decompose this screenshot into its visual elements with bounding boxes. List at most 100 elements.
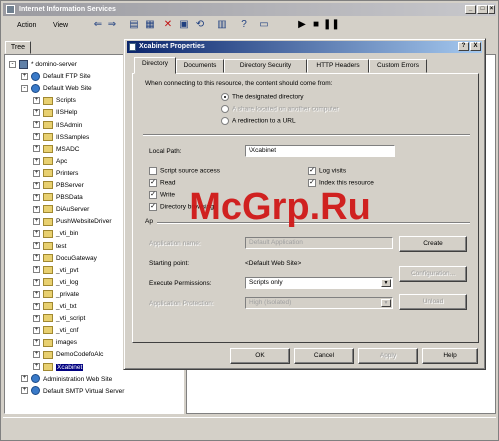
expand-icon[interactable]: + [33, 109, 40, 117]
expand-icon[interactable]: + [33, 242, 40, 250]
expand-icon[interactable]: + [33, 145, 40, 153]
tree-item[interactable]: + PBSData [33, 192, 83, 203]
stop-icon[interactable]: ■ [309, 18, 323, 32]
tree-item[interactable]: + _vti_cnf [33, 325, 78, 336]
expand-icon[interactable]: + [33, 230, 40, 238]
radio-url-redirection[interactable]: A redirection to a URL [221, 117, 296, 125]
tree-item[interactable]: + _vti_log [33, 277, 78, 288]
expand-icon[interactable]: + [21, 72, 28, 80]
expand-icon[interactable]: + [33, 351, 40, 359]
minimize-icon[interactable]: _ [465, 5, 476, 14]
local-path-label: Local Path: [149, 148, 182, 155]
forward-icon[interactable]: ⇒ [105, 18, 119, 32]
create-button[interactable]: Create [399, 236, 467, 252]
expand-icon[interactable]: + [33, 314, 40, 322]
tree-item[interactable]: + MSADC [33, 144, 79, 155]
tab-directory-security[interactable]: Directory Security [224, 59, 307, 73]
back-icon[interactable]: ⇐ [91, 18, 105, 32]
menu-action[interactable]: Action [17, 22, 36, 29]
expand-icon[interactable]: + [21, 387, 28, 395]
play-icon[interactable]: ▶ [295, 18, 309, 32]
refresh-icon[interactable]: ⟲ [193, 18, 207, 32]
tree-item[interactable]: + Scripts [33, 95, 76, 106]
tree-item[interactable]: + _vti_txt [33, 301, 77, 312]
cancel-button[interactable]: Cancel [294, 348, 354, 364]
close-icon[interactable]: X [470, 42, 481, 51]
tree-item[interactable]: + Administration Web Site [21, 374, 112, 385]
local-path-input[interactable]: \Xcabinet [245, 145, 395, 157]
tab-directory[interactable]: Directory [134, 57, 176, 74]
tree-item[interactable]: + _private [33, 289, 79, 300]
up-icon[interactable]: ▤ [127, 18, 141, 32]
expand-icon[interactable]: + [21, 375, 28, 383]
tree-item[interactable]: + test [33, 241, 66, 252]
expand-icon[interactable]: + [33, 266, 40, 274]
expand-icon[interactable]: + [33, 97, 40, 105]
expand-icon[interactable]: + [33, 133, 40, 141]
ok-button[interactable]: OK [230, 348, 290, 364]
tree-item[interactable]: + DocuGateway [33, 253, 97, 264]
expand-icon[interactable]: + [33, 278, 40, 286]
expand-icon[interactable]: + [33, 193, 40, 201]
help-icon[interactable]: ? [237, 18, 251, 32]
tree-item[interactable]: + PBServer [33, 180, 84, 191]
checkmark-icon: ✓ [308, 167, 316, 175]
server-icon [19, 59, 28, 69]
expand-icon[interactable]: + [33, 169, 40, 177]
execute-permissions-select[interactable]: Scripts only ▼ [245, 277, 393, 289]
delete-icon[interactable]: ✕ [161, 18, 175, 32]
expand-icon[interactable]: + [33, 157, 40, 165]
execute-permissions-label: Execute Permissions: [149, 280, 212, 287]
tree-item[interactable]: + Default SMTP Virtual Server [21, 386, 124, 397]
tab-http-headers[interactable]: HTTP Headers [307, 59, 369, 73]
expand-icon[interactable]: + [33, 181, 40, 189]
expand-icon[interactable]: + [33, 363, 40, 371]
help-icon[interactable]: ? [458, 42, 469, 51]
tree-item[interactable]: + Printers [33, 168, 78, 179]
pause-icon[interactable]: ❚❚ [323, 18, 340, 32]
maximize-icon[interactable]: □ [477, 5, 488, 14]
tree-item[interactable]: + images [33, 337, 77, 348]
checkbox-script-source[interactable]: Script source access [149, 167, 220, 175]
computer-icon[interactable]: ▭ [257, 18, 271, 32]
collapse-icon[interactable]: - [9, 60, 16, 68]
expand-icon[interactable]: + [33, 339, 40, 347]
app-protection-select: High (Isolated) ▼ [245, 297, 393, 309]
tab-custom-errors[interactable]: Custom Errors [369, 59, 427, 73]
expand-icon[interactable]: + [33, 218, 40, 226]
radio-designated-directory[interactable]: The designated directory [221, 93, 304, 101]
properties-icon[interactable]: ▣ [177, 18, 191, 32]
chevron-down-icon[interactable]: ▼ [381, 279, 391, 287]
tree-item[interactable]: + DiAuServer [33, 204, 89, 215]
tree-item[interactable]: + _vti_script [33, 313, 85, 324]
tree-item-label: PushWebsiteDriver [56, 218, 112, 226]
tab-documents[interactable]: Documents [176, 59, 224, 73]
tree-item[interactable]: + PushWebsiteDriver [33, 216, 112, 227]
help-button[interactable]: Help [422, 348, 478, 364]
tree-item[interactable]: + Apc [33, 156, 67, 167]
tree-item[interactable]: - Default Web Site [21, 83, 92, 94]
show-tree-icon[interactable]: ▦ [143, 18, 157, 32]
tree-item[interactable]: + Default FTP Site [21, 71, 91, 82]
menu-view[interactable]: View [53, 22, 68, 29]
expand-icon[interactable]: + [33, 121, 40, 129]
tree-item[interactable]: + _vti_bin [33, 228, 78, 239]
tree-item[interactable]: - * domino-server [9, 59, 77, 70]
tree-item[interactable]: + IISAdmin [33, 120, 82, 131]
checkbox-log-visits[interactable]: ✓ Log visits [308, 167, 346, 175]
tree-item[interactable]: + IISHelp [33, 107, 77, 118]
tree-item[interactable]: + _vti_pvt [33, 265, 78, 276]
collapse-icon[interactable]: - [21, 84, 28, 92]
expand-icon[interactable]: + [33, 302, 40, 310]
expand-icon[interactable]: + [33, 290, 40, 298]
tree-item[interactable]: + IISSamples [33, 132, 89, 143]
export-icon[interactable]: ▥ [215, 18, 229, 32]
close-icon[interactable]: × [488, 5, 495, 14]
tree-item-label: test [56, 242, 67, 250]
tab-tree[interactable]: Tree [5, 41, 31, 54]
tree-item[interactable]: + DemoCodefoAlc [33, 349, 103, 360]
expand-icon[interactable]: + [33, 254, 40, 262]
tree-item[interactable]: + Xcabinet [33, 362, 84, 373]
expand-icon[interactable]: + [33, 205, 40, 213]
expand-icon[interactable]: + [33, 326, 40, 334]
